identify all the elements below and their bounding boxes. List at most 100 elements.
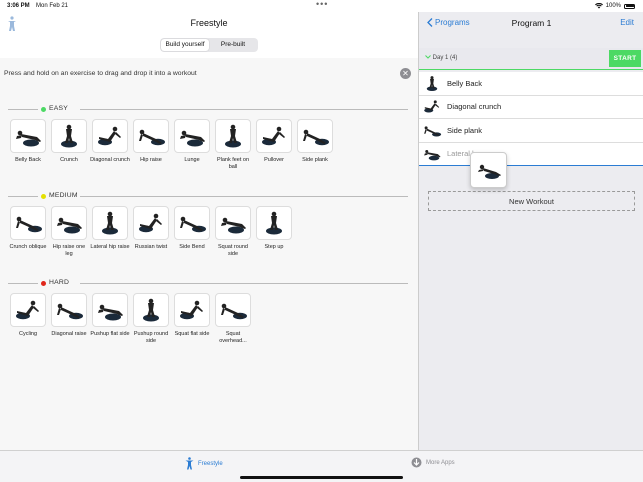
close-icon[interactable]: ✕	[402, 69, 409, 78]
exercise-thumbnail[interactable]	[256, 206, 292, 240]
freestyle-pane: Freestyle Build yourself Pre-built Press…	[0, 12, 418, 450]
exercise-name: Pushup round side	[133, 331, 169, 344]
exercise-card[interactable]: Diagonal raise	[51, 293, 87, 344]
chevron-down-icon[interactable]	[425, 55, 431, 59]
dragging-exercise-tile[interactable]	[470, 152, 507, 188]
exercise-thumbnail[interactable]	[174, 293, 210, 327]
exercise-thumbnail[interactable]	[92, 206, 128, 240]
exercise-thumbnail[interactable]	[215, 293, 251, 327]
download-circle-icon[interactable]	[411, 457, 422, 468]
exercise-thumbnail[interactable]	[10, 119, 46, 153]
workout-exercise-item[interactable]: Diagonal crunch	[419, 95, 643, 119]
exercise-card[interactable]: Crunch	[51, 119, 87, 170]
exercise-figure-icon	[16, 216, 42, 233]
exercise-card[interactable]: Pushup round side	[133, 293, 169, 344]
exercise-row-easy: Belly Back Crunch Diagonal crunch Hip raise…	[10, 119, 333, 170]
exercise-card[interactable]: Pullover	[256, 119, 292, 170]
exercise-card[interactable]: Hip raise one leg	[51, 206, 87, 257]
exercise-thumbnail[interactable]	[10, 293, 46, 327]
exercise-card[interactable]: Step up	[256, 206, 292, 257]
tab-freestyle[interactable]: Freestyle	[185, 457, 223, 470]
divider	[80, 196, 408, 197]
exercise-figure-icon	[426, 75, 438, 91]
exercise-figure-icon	[424, 126, 442, 137]
close-hint-button[interactable]: ✕	[400, 68, 411, 79]
exercise-thumbnail[interactable]	[133, 293, 169, 327]
exercise-card[interactable]: Pushup flat side	[90, 293, 130, 344]
exercise-card[interactable]: Lateral hip raise	[90, 206, 130, 257]
exercise-card[interactable]: Hip raise	[133, 119, 169, 170]
workout-exercise-list: Belly Back Diagonal crunch Side plank Later…	[419, 72, 643, 166]
mode-segmented-control[interactable]: Build yourself Pre-built	[160, 38, 258, 52]
exercise-name: Pushup flat side	[90, 331, 130, 337]
exercise-thumbnail[interactable]	[133, 206, 169, 240]
exercise-name: Russian twist	[134, 244, 168, 250]
exercise-thumbnail[interactable]	[174, 119, 210, 153]
exercise-thumbnail[interactable]	[174, 206, 210, 240]
exercise-name: Diagonal raise	[51, 331, 87, 337]
freestyle-figure-icon[interactable]	[185, 457, 194, 470]
home-indicator[interactable]	[240, 476, 403, 479]
exercise-card[interactable]: Belly Back	[10, 119, 46, 170]
multitasking-dots-icon[interactable]: •••	[316, 0, 328, 9]
segment-build-yourself[interactable]: Build yourself	[161, 39, 209, 51]
exercise-figure-icon	[424, 150, 441, 161]
workout-exercise-item[interactable]: Side plank	[419, 119, 643, 143]
tab-bar: Freestyle More Apps	[0, 450, 643, 482]
exercise-card[interactable]: Squat flat side	[174, 293, 210, 344]
exercise-row-hard: Cycling Diagonal raise Pushup flat side Pus…	[10, 293, 251, 344]
exercise-card[interactable]: Russian twist	[133, 206, 169, 257]
workout-exercise-name: Side plank	[447, 125, 483, 135]
exercise-card[interactable]: Squat round side	[215, 206, 251, 257]
exercise-thumbnail[interactable]	[256, 119, 292, 153]
exercise-thumbnail[interactable]	[133, 119, 169, 153]
edit-button[interactable]: Edit	[620, 18, 634, 27]
page-title: Freestyle	[190, 18, 228, 28]
exercise-figure-icon	[139, 129, 165, 146]
exercise-card[interactable]: Crunch oblique	[10, 206, 47, 257]
exercise-name: Squat overhead...	[219, 331, 247, 344]
exercise-card[interactable]: Lunge	[174, 119, 210, 170]
exercise-figure-icon	[266, 211, 282, 235]
exercise-card[interactable]: Plank feet on ball	[215, 119, 251, 170]
exercise-row-medium: Crunch oblique Hip raise one leg Lateral h…	[10, 206, 292, 257]
exercise-thumbnail[interactable]	[92, 119, 128, 153]
exercise-thumbnail[interactable]	[51, 293, 87, 327]
workout-exercise-item[interactable]: Lateral h	[419, 142, 643, 166]
exercise-thumbnail[interactable]	[92, 293, 128, 327]
exercise-name: Side plank	[302, 157, 328, 163]
tab-more-apps-label[interactable]: More Apps	[426, 460, 455, 466]
exercise-figure-icon	[61, 124, 77, 148]
tab-freestyle-label[interactable]: Freestyle	[198, 461, 223, 467]
difficulty-dot-icon	[41, 193, 46, 199]
day-header[interactable]: Day 1 (4) START	[419, 48, 643, 70]
exercise-thumbnail[interactable]	[215, 119, 251, 153]
exercise-card[interactable]: Squat overhead...	[215, 293, 251, 344]
exercise-thumbnail[interactable]	[51, 119, 87, 153]
exercise-thumbnail[interactable]	[51, 206, 87, 240]
exercise-thumbnail[interactable]	[215, 206, 251, 240]
tab-more-apps[interactable]: More Apps	[411, 457, 455, 468]
exercise-name: Cycling	[18, 331, 38, 337]
exercise-figure-icon	[143, 298, 159, 322]
exercise-card[interactable]: Cycling	[10, 293, 46, 344]
section-header-easy: EASY	[8, 104, 408, 114]
exercise-card[interactable]: Diagonal crunch	[90, 119, 130, 170]
exercise-thumbnail[interactable]	[10, 206, 46, 240]
workout-exercise-item[interactable]: Belly Back	[419, 72, 643, 96]
day-label[interactable]: Day 1 (4)	[425, 55, 457, 61]
new-workout-button[interactable]: New Workout	[428, 191, 635, 211]
start-button[interactable]: START	[609, 50, 641, 67]
exercise-card[interactable]: Side plank	[297, 119, 333, 170]
exercise-figure-icon	[139, 213, 162, 233]
exercise-thumbnail[interactable]	[297, 119, 333, 153]
battery-icon	[624, 3, 635, 9]
exercise-name: Belly Back	[15, 157, 41, 163]
exercise-name: Side Bend	[179, 244, 205, 250]
section-label: MEDIUM	[49, 192, 78, 199]
segment-pre-built[interactable]: Pre-built	[209, 39, 257, 51]
exercise-card[interactable]: Side Bend	[174, 206, 210, 257]
drag-hint-text: Press and hold on an exercise to drag an…	[4, 70, 197, 77]
exercise-thumbnail	[421, 145, 443, 163]
status-date: Mon Feb 21	[36, 3, 69, 9]
